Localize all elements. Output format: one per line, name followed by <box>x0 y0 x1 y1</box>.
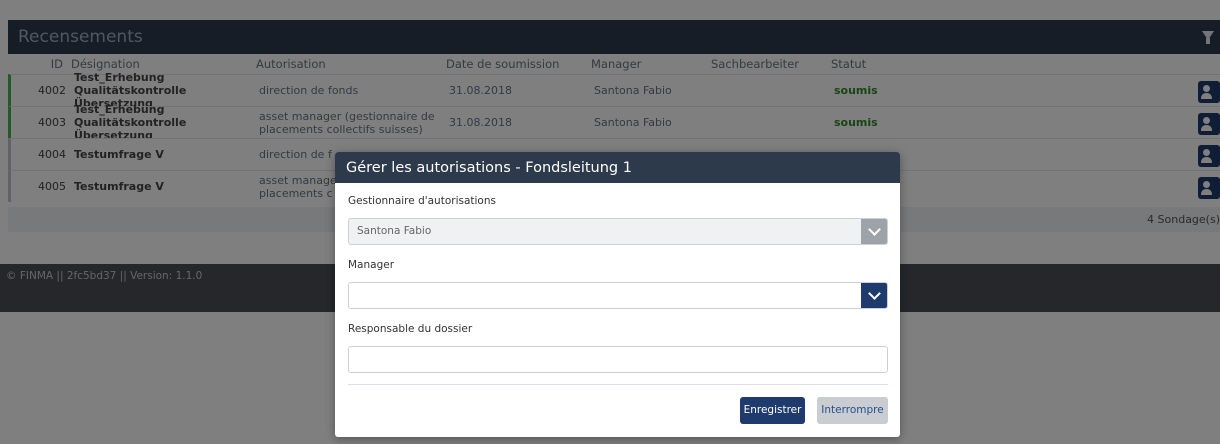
dialog-header: Gérer les autorisations - Fondsleitung 1 <box>335 152 900 183</box>
case-officer-label: Responsable du dossier <box>348 323 473 335</box>
dialog-title: Gérer les autorisations - Fondsleitung 1 <box>346 159 632 176</box>
permissions-dialog: Gérer les autorisations - Fondsleitung 1… <box>335 152 900 437</box>
cancel-button[interactable]: Interrompre <box>817 397 888 424</box>
dialog-divider <box>348 384 888 385</box>
case-officer-input[interactable] <box>348 346 888 373</box>
authorization-manager-label: Gestionnaire d'autorisations <box>348 195 496 207</box>
manager-label: Manager <box>348 259 395 271</box>
chevron-down-icon <box>861 219 887 244</box>
authorization-manager-value: Santona Fabio <box>357 225 432 237</box>
dialog-body: Gestionnaire d'autorisations Santona Fab… <box>335 183 900 373</box>
manager-select[interactable] <box>348 282 888 309</box>
save-button[interactable]: Enregistrer <box>740 397 805 424</box>
chevron-down-icon[interactable] <box>861 283 887 308</box>
authorization-manager-select: Santona Fabio <box>348 218 888 245</box>
